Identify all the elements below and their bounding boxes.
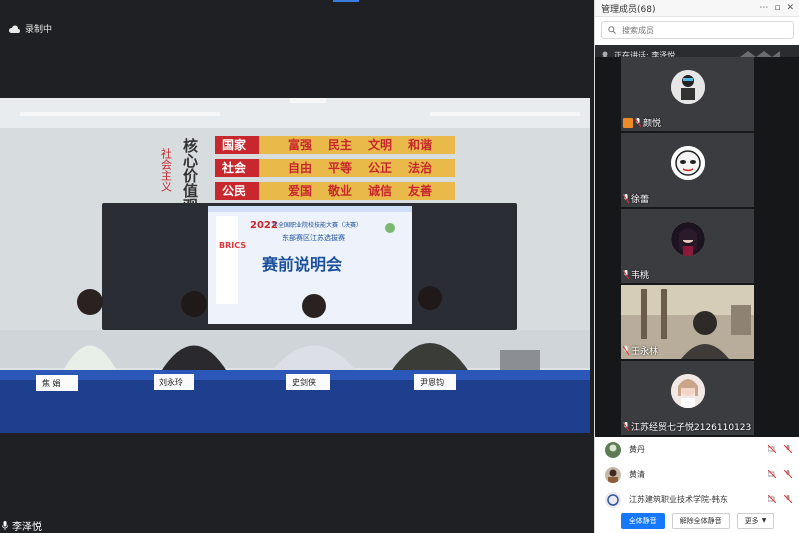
main-speaker-name: 李泽悦 (12, 522, 42, 533)
recording-label: 录制中 (25, 25, 53, 35)
close-icon[interactable]: ✕ (786, 3, 794, 13)
svg-text:富强: 富强 (288, 137, 312, 152)
member-panel: 管理成员(68) ⋯ ▫ ✕ 正在讲话: 李泽悦 颜悦 (594, 0, 799, 533)
avatar (670, 146, 705, 180)
svg-text:友善: 友善 (407, 183, 432, 198)
main-video: 社会主义 核心价值观 国家 富强 民主 文明 和谐 社会 自由 平等 公正 法治… (0, 98, 590, 433)
camera-off-icon[interactable] (768, 495, 776, 503)
svg-text:刘永玲: 刘永玲 (159, 377, 183, 387)
search-input[interactable] (620, 24, 774, 36)
values-banner: 国家 富强 民主 文明 和谐 社会 自由 平等 公正 法治 公民 爱国 敬业 诚… (215, 136, 455, 200)
svg-text:诚信: 诚信 (368, 183, 392, 198)
recording-indicator: 录制中 (8, 22, 52, 35)
list-item[interactable]: 黄丹 (595, 437, 799, 462)
microphone-muted-icon (623, 422, 629, 431)
avatar (605, 466, 621, 483)
svg-text:国家: 国家 (222, 137, 247, 152)
svg-text:爱国: 爱国 (288, 183, 312, 198)
more-button-label: 更多 (744, 516, 759, 525)
video-tile[interactable]: 王永林 (621, 285, 754, 361)
microphone-muted-icon (623, 270, 629, 279)
camera-off-icon[interactable] (768, 445, 776, 453)
main-speaker-label: 李泽悦 (2, 518, 42, 533)
microphone-muted-icon (623, 194, 629, 203)
microphone-muted-icon[interactable] (784, 470, 792, 478)
svg-text:焦 娟: 焦 娟 (42, 378, 61, 388)
camera-off-icon[interactable] (768, 470, 776, 478)
video-tiles: 颜悦 徐蕾 韦桃 王永林 江苏经贸七子悦2126110123 (595, 57, 799, 437)
microphone-muted-icon[interactable] (784, 495, 792, 503)
more-icon[interactable]: ⋯ (759, 3, 768, 13)
search-icon (608, 26, 616, 34)
tile-name: 江苏经贸七子悦2126110123 (623, 420, 751, 433)
svg-text:社会: 社会 (221, 160, 247, 175)
microphone-muted-icon[interactable] (784, 445, 792, 453)
svg-text:史剑侠: 史剑侠 (292, 377, 316, 387)
search-box[interactable] (601, 21, 794, 39)
svg-text:民主: 民主 (328, 137, 352, 152)
svg-text:敬业: 敬业 (327, 183, 352, 198)
member-name: 黄丹 (629, 445, 645, 454)
panel-header: 管理成员(68) ⋯ ▫ ✕ (595, 0, 799, 17)
top-indicator (333, 0, 359, 2)
svg-text:BRICS: BRICS (219, 241, 246, 250)
avatar (605, 441, 621, 458)
svg-text:尹恩钧: 尹恩钧 (420, 377, 444, 387)
main-video-stage[interactable]: 录制中 社会主义 核心价值观 国家 富强 民主 文明 和谐 社会 自由 平等 公… (0, 0, 594, 533)
panel-title: 管理成员(68) (601, 4, 656, 15)
microphone-icon (2, 521, 8, 530)
mute-all-button[interactable]: 全体静音 (620, 512, 665, 529)
minimize-icon[interactable]: ▫ (774, 3, 780, 13)
member-name: 黄清 (629, 470, 645, 479)
svg-text:年全国职业院校技能大赛（决赛）: 年全国职业院校技能大赛（决赛） (272, 221, 362, 229)
member-actions: 全体静音 解除全体静音 更多 ▼ (595, 508, 799, 533)
tile-name: 颜悦 (623, 116, 661, 129)
avatar (605, 491, 621, 508)
avatar (670, 222, 705, 256)
video-tile[interactable]: 江苏经贸七子悦2126110123 (621, 361, 754, 437)
svg-text:文明: 文明 (368, 137, 392, 152)
video-tile[interactable]: 颜悦 (621, 57, 754, 133)
slogan-left: 社会主义 (160, 147, 173, 192)
tile-name: 王永林 (623, 344, 658, 357)
caret-down-icon: ▼ (761, 517, 767, 524)
svg-text:东部赛区江苏选拔赛: 东部赛区江苏选拔赛 (282, 233, 345, 242)
tile-name: 韦桃 (623, 268, 649, 281)
video-tile[interactable]: 韦桃 (621, 209, 754, 285)
user-icon (623, 117, 633, 128)
avatar (670, 70, 705, 104)
avatar (670, 374, 705, 408)
unmute-all-button[interactable]: 解除全体静音 (671, 512, 730, 529)
svg-text:公民: 公民 (222, 184, 246, 198)
cloud-icon (8, 24, 20, 33)
video-tile[interactable]: 徐蕾 (621, 133, 754, 209)
svg-text:自由: 自由 (288, 160, 312, 175)
member-list: 黄丹 黄清 江苏建筑职业技术学院-韩东 (595, 437, 799, 512)
more-button[interactable]: 更多 ▼ (736, 512, 775, 529)
tile-name: 徐蕾 (623, 192, 649, 205)
microphone-muted-icon (635, 118, 641, 127)
microphone-muted-icon (623, 346, 629, 355)
svg-text:赛前说明会: 赛前说明会 (261, 255, 342, 274)
slogan-right: 核心价值观 (181, 137, 199, 214)
svg-text:公正: 公正 (368, 161, 392, 175)
svg-text:法治: 法治 (408, 160, 432, 175)
member-name: 江苏建筑职业技术学院-韩东 (629, 495, 728, 504)
list-item[interactable]: 黄清 (595, 462, 799, 487)
svg-text:平等: 平等 (328, 160, 352, 175)
svg-text:和谐: 和谐 (407, 137, 432, 152)
